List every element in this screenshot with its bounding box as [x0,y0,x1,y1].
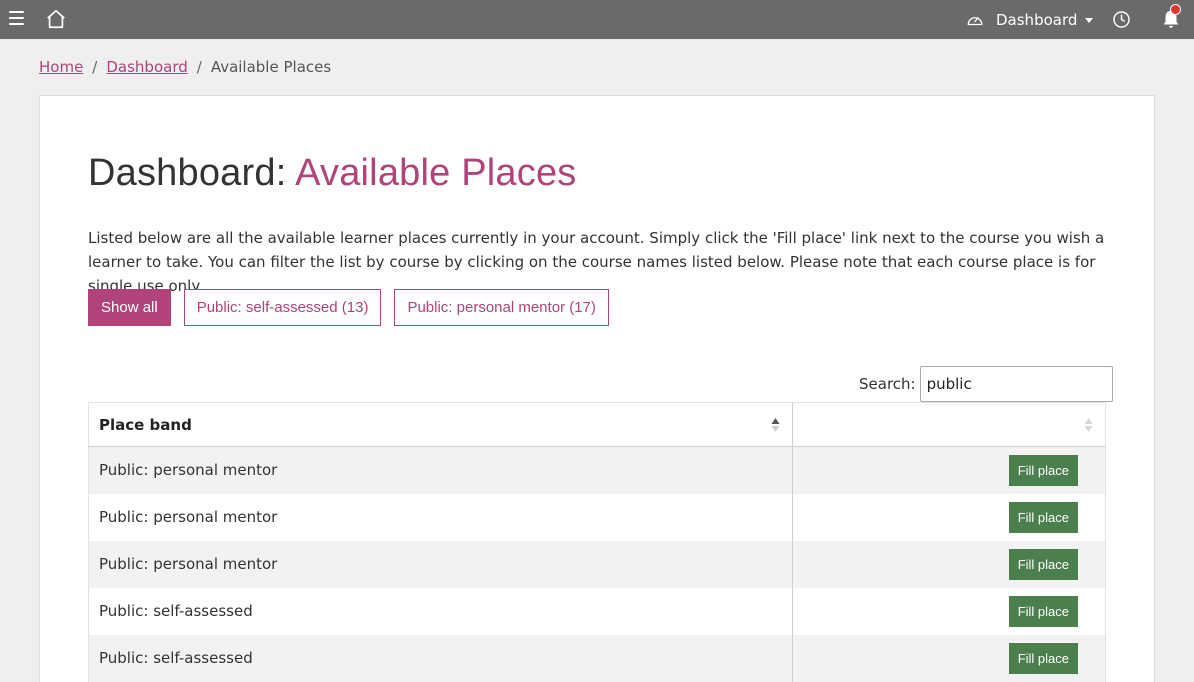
filter-self-assessed-button[interactable]: Public: self-assessed (13) [183,289,382,326]
chevron-down-icon [1085,18,1094,23]
sort-icon[interactable] [1084,417,1093,433]
intro-text: Listed below are all the available learn… [88,229,1105,295]
breadcrumb-home-link[interactable]: Home [39,58,83,76]
search-label: Search: [859,375,916,393]
page-title: Dashboard: Available Places [88,152,576,195]
gauge-icon [967,16,983,25]
place-band-cell: Public: self-assessed [88,587,793,635]
table-row: Public: personal mentor Fill place [88,446,1106,494]
breadcrumb-current: Available Places [210,58,332,76]
action-cell: Fill place [792,446,1106,494]
action-cell: Fill place [792,634,1106,682]
place-band-cell: Public: personal mentor [88,540,793,588]
sort-ascending-icon[interactable] [771,417,780,433]
column-header-place-band[interactable]: Place band [88,402,793,447]
fill-place-button[interactable]: Fill place [1008,642,1078,674]
breadcrumb-separator: / [196,58,202,76]
breadcrumb-dashboard-link[interactable]: Dashboard [106,58,187,76]
table-row: Public: self-assessed Fill place [88,587,1106,635]
place-band-cell: Public: personal mentor [88,493,793,541]
breadcrumb-separator: / [92,58,98,76]
filter-buttons: Show all Public: self-assessed (13) Publ… [88,289,609,326]
action-cell: Fill place [792,493,1106,541]
search-box: Search: [859,366,1113,402]
fill-place-button[interactable]: Fill place [1008,501,1078,533]
place-band-cell: Public: personal mentor [88,446,793,494]
table-row: Public: personal mentor Fill place [88,540,1106,588]
clock-icon[interactable] [1112,10,1131,29]
filter-personal-mentor-button[interactable]: Public: personal mentor (17) [394,289,609,326]
home-icon[interactable] [45,8,67,30]
place-band-cell: Public: self-assessed [88,634,793,682]
table-header-row: Place band [88,402,1106,447]
places-table: Place band Public: personal mentor Fill … [88,402,1106,682]
dashboard-menu[interactable]: Dashboard [966,0,1094,39]
table-row: Public: self-assessed Fill place [88,634,1106,682]
breadcrumb: Home / Dashboard / Available Places [39,58,331,76]
search-input[interactable] [919,366,1113,402]
page-title-accent: Available Places [295,152,577,194]
table-row: Public: personal mentor Fill place [88,493,1106,541]
column-header-actions[interactable] [792,402,1106,447]
menu-icon[interactable] [9,11,25,27]
page-title-prefix: Dashboard: [88,152,287,194]
dashboard-menu-label: Dashboard [996,10,1078,29]
action-cell: Fill place [792,540,1106,588]
notification-badge [1170,4,1181,15]
show-all-button[interactable]: Show all [88,289,171,326]
fill-place-button[interactable]: Fill place [1008,595,1078,627]
fill-place-button[interactable]: Fill place [1008,548,1078,580]
column-header-label: Place band [99,415,192,434]
fill-place-button[interactable]: Fill place [1008,454,1078,486]
top-navbar: Dashboard [0,0,1194,39]
action-cell: Fill place [792,587,1106,635]
